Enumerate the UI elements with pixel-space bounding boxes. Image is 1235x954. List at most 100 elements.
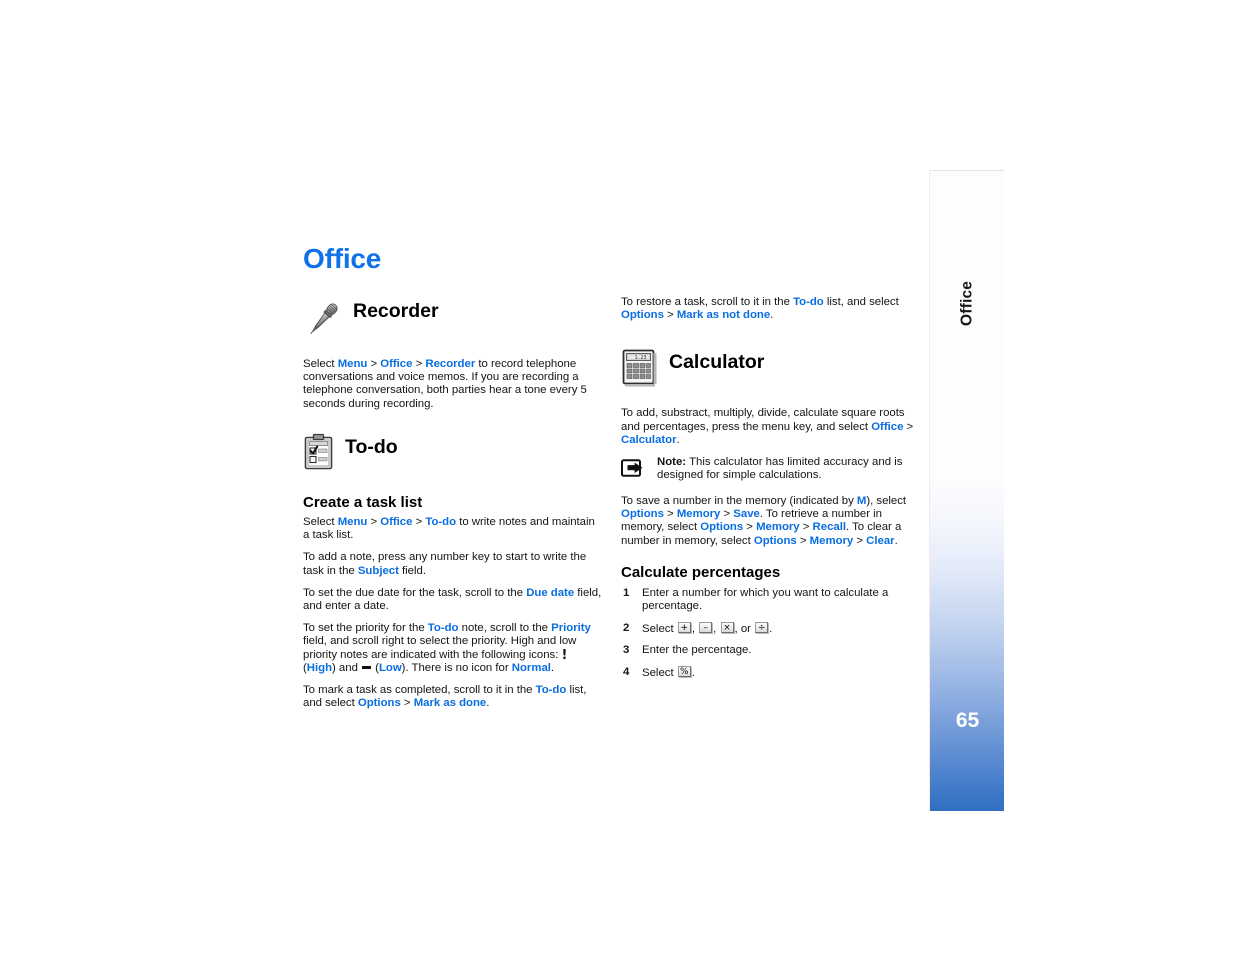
text-fragment: To set the priority for the bbox=[303, 622, 428, 635]
link-priority: Priority bbox=[551, 622, 591, 635]
restore-task-paragraph: To restore a task, scroll to it in the T… bbox=[621, 296, 921, 322]
side-tab-label: Office bbox=[958, 280, 976, 326]
text-separator: > bbox=[799, 521, 813, 534]
link-save: Save bbox=[733, 508, 760, 521]
text-separator: > bbox=[367, 358, 381, 370]
chapter-side-tab: Office 65 bbox=[929, 170, 1004, 811]
memory-paragraph: To save a number in the memory (indicate… bbox=[621, 495, 921, 548]
step-number: 1 bbox=[623, 587, 630, 600]
text-fragment: ). There is no icon for bbox=[401, 661, 512, 674]
todo-paragraph-4: To set the priority for the To-do note, … bbox=[303, 622, 603, 675]
link-due-date: Due date bbox=[526, 586, 575, 599]
link-options: Options bbox=[357, 697, 401, 710]
calculator-key-icon: ÷ bbox=[755, 621, 769, 633]
link-menu: Menu bbox=[337, 516, 368, 529]
link-recall: Recall bbox=[812, 521, 846, 534]
text-fragment: To set the due date for the task, scroll… bbox=[303, 586, 527, 599]
section-header-todo: To-do bbox=[303, 433, 603, 476]
text-fragment: field, and scroll right to select the pr… bbox=[303, 635, 577, 661]
priority-high-icon: ! bbox=[561, 647, 568, 663]
link-options: Options bbox=[621, 309, 664, 322]
section-header-calculator: 1.23 Calculator bbox=[621, 348, 921, 393]
link-office: Office bbox=[380, 358, 413, 370]
microphone-icon bbox=[303, 297, 343, 344]
link-normal: Normal bbox=[511, 661, 551, 674]
subheading-calculate-percentages: Calculate percentages bbox=[621, 563, 781, 581]
link-office: Office bbox=[871, 420, 904, 433]
link-todo: To-do bbox=[425, 516, 457, 529]
note-label: Note: bbox=[657, 456, 687, 469]
text-fragment: . bbox=[486, 697, 490, 710]
priority-low-icon bbox=[362, 665, 372, 669]
calculator-key-icon: – bbox=[699, 621, 713, 633]
text-separator: > bbox=[400, 697, 414, 710]
clipboard-checklist-icon bbox=[303, 433, 335, 476]
right-column: To restore a task, scroll to it in the T… bbox=[621, 296, 921, 688]
step-text: Enter the percentage. bbox=[642, 644, 752, 657]
text-separator: , or bbox=[734, 622, 755, 635]
text-separator: , bbox=[713, 622, 720, 635]
text-separator: , bbox=[691, 622, 699, 635]
text-fragment: note, scroll to the bbox=[458, 622, 552, 635]
text-fragment: Select bbox=[642, 622, 677, 635]
todo-paragraph-3: To set the due date for the task, scroll… bbox=[303, 587, 603, 613]
text-fragment: . bbox=[769, 622, 773, 635]
text-separator: > bbox=[663, 309, 677, 322]
page-title: Office bbox=[303, 243, 382, 274]
link-calculator: Calculator bbox=[621, 433, 677, 446]
link-high: High bbox=[306, 661, 333, 674]
step-item: 1 Enter a number for which you want to ca… bbox=[621, 587, 921, 614]
calculator-icon: 1.23 bbox=[621, 348, 659, 393]
link-office: Office bbox=[380, 516, 413, 529]
link-mark-as-done: Mark as done bbox=[413, 697, 487, 710]
text-fragment: . bbox=[691, 666, 695, 679]
subheading-create-task-list: Create a task list bbox=[303, 493, 423, 511]
link-subject: Subject bbox=[357, 564, 399, 577]
step-number: 2 bbox=[623, 621, 630, 634]
todo-paragraph-1: Select Menu > Office > To-do to write no… bbox=[303, 516, 603, 542]
text-fragment: Select bbox=[642, 666, 677, 679]
step-item: 3 Enter the percentage. bbox=[621, 644, 921, 657]
text-separator: > bbox=[412, 358, 426, 370]
text-fragment: This calculator has limited accuracy and… bbox=[657, 456, 903, 482]
text-fragment: ), select bbox=[866, 495, 907, 508]
text-fragment: ( bbox=[372, 661, 379, 674]
link-low: Low bbox=[378, 661, 402, 674]
text-separator: > bbox=[663, 508, 677, 521]
link-todo: To-do bbox=[535, 684, 567, 697]
text-separator: > bbox=[743, 521, 757, 534]
note-arrow-icon bbox=[621, 458, 648, 483]
text-fragment: ) and bbox=[332, 661, 362, 674]
note-callout: Note: This calculator has limited accura… bbox=[621, 456, 921, 483]
text-fragment: field. bbox=[398, 564, 426, 577]
text-fragment: . bbox=[894, 534, 898, 547]
note-text: Note: This calculator has limited accura… bbox=[657, 456, 921, 482]
calculator-key-icon: % bbox=[677, 665, 691, 677]
text-separator: > bbox=[903, 420, 914, 433]
text-fragment: Select bbox=[303, 358, 338, 370]
link-memory: Memory bbox=[809, 534, 854, 547]
text-separator: > bbox=[796, 534, 810, 547]
todo-paragraph-2: To add a note, press any number key to s… bbox=[303, 551, 603, 577]
document-page: Office 65 Office Recorder Select Menu > … bbox=[0, 0, 1235, 954]
calculate-percentages-steps: 1 Enter a number for which you want to ca… bbox=[621, 587, 921, 680]
link-todo: To-do bbox=[793, 296, 824, 308]
svg-text:1.23: 1.23 bbox=[634, 355, 646, 361]
text-separator: > bbox=[367, 516, 381, 529]
text-fragment: To add, substract, multiply, divide, cal… bbox=[621, 407, 905, 433]
text-fragment: To save a number in the memory (indicate… bbox=[621, 495, 857, 508]
link-memory: Memory bbox=[756, 521, 800, 534]
todo-paragraph-5: To mark a task as completed, scroll to i… bbox=[303, 684, 603, 710]
recorder-description: Select Menu > Office > Recorder to recor… bbox=[303, 358, 603, 411]
link-options: Options bbox=[753, 534, 797, 547]
link-memory-indicator: M bbox=[856, 495, 867, 508]
text-fragment: To mark a task as completed, scroll to i… bbox=[303, 684, 536, 697]
calculator-key-icon: × bbox=[720, 621, 734, 633]
text-fragment: . bbox=[770, 309, 774, 322]
step-item: 4 Select %. bbox=[621, 665, 921, 680]
text-separator: > bbox=[412, 516, 426, 529]
text-fragment: . bbox=[676, 433, 680, 446]
link-recorder: Recorder bbox=[425, 358, 476, 370]
step-item: 2 Select +, –, ×, or ÷. bbox=[621, 621, 921, 636]
text-fragment: . bbox=[550, 661, 555, 674]
